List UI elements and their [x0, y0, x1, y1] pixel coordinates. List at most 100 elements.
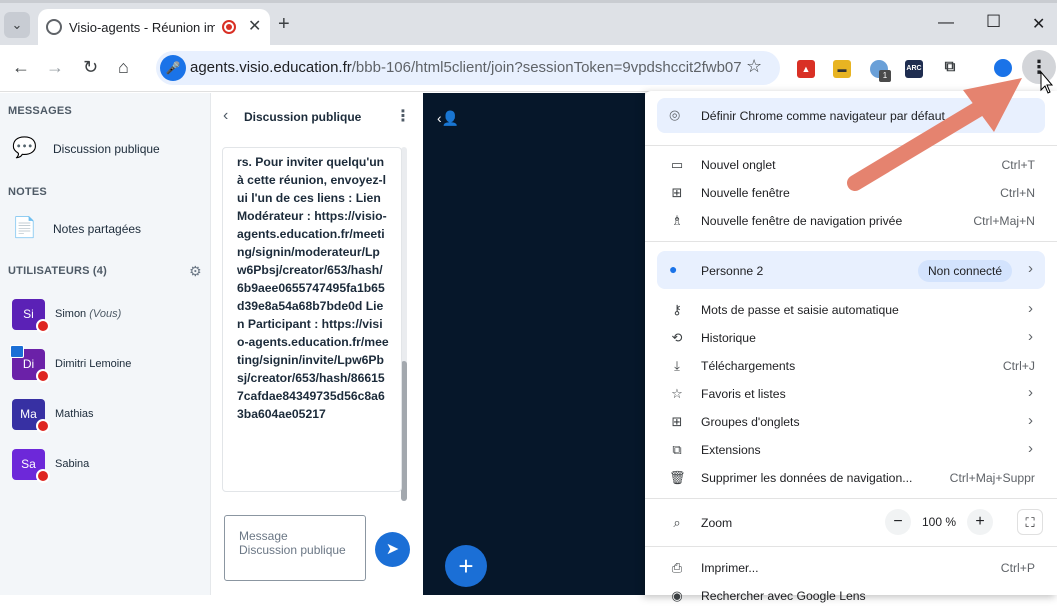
menu-item-new-window[interactable]: ⊞ Nouvelle fenêtre Ctrl+N [645, 179, 1057, 207]
menu-item-passwords[interactable]: ⚷ Mots de passe et saisie automatique › [645, 296, 1057, 324]
menu-label: Nouvel onglet [701, 158, 776, 172]
fullscreen-icon[interactable]: ⛶ [1017, 509, 1043, 535]
grid-icon: ⊞ [671, 414, 683, 429]
menu-item-print[interactable]: ⎙ Imprimer... Ctrl+P [645, 554, 1057, 582]
menu-label: Nouvelle fenêtre de navigation privée [701, 214, 903, 228]
menu-item-new-tab[interactable]: ▭ Nouvel onglet Ctrl+T [645, 151, 1057, 179]
profile-avatar-icon[interactable] [994, 59, 1012, 77]
presenter-icon [10, 345, 24, 358]
user-list-item[interactable]: Si Simon (Vous) [12, 299, 202, 335]
menu-shortcut: Ctrl+T [1001, 158, 1035, 172]
incognito-icon: ♗ [671, 213, 683, 228]
browser-tab[interactable]: Visio-agents - Réunion imp ✕ [38, 9, 270, 45]
menu-shortcut: Ctrl+Maj+Suppr [949, 471, 1035, 485]
user-name: Dimitri Lemoine [55, 358, 132, 370]
chevron-right-icon: › [1028, 300, 1033, 317]
signed-out-badge: Non connecté [918, 260, 1013, 282]
puzzle-icon: ⧉ [672, 442, 682, 457]
toolbar: ← → ↻ ⌂ 🎤 agents.visio.education.fr/bbb-… [0, 45, 1057, 92]
public-chat-label: Discussion publique [53, 142, 160, 156]
menu-profile-row[interactable]: ● Personne 2 Non connecté › [657, 251, 1045, 289]
url-text: agents.visio.education.fr/bbb-106/html5c… [190, 59, 742, 76]
user-list-item[interactable]: Sa Sabina [12, 449, 202, 485]
you-suffix: (Vous) [89, 308, 122, 320]
chat-title: Discussion publique [244, 110, 362, 124]
shared-notes-label: Notes partagées [53, 222, 142, 236]
new-tab-icon: ▭ [670, 157, 684, 172]
default-browser-banner[interactable]: ◎ Définir Chrome comme navigateur par dé… [657, 98, 1045, 133]
globe-icon [46, 19, 62, 35]
close-tab-icon[interactable]: ✕ [248, 16, 261, 36]
menu-divider [645, 241, 1057, 242]
muted-mic-icon [36, 369, 50, 383]
notes-section-title: NOTES [8, 186, 47, 198]
pdf-extension-icon[interactable]: ▲ [797, 60, 815, 78]
menu-item-clear-data[interactable]: 🗑 Supprimer les données de navigation...… [645, 464, 1057, 492]
chat-options-button[interactable]: ⋮ [395, 106, 411, 126]
zoom-label: Zoom [701, 516, 733, 530]
menu-label: Imprimer... [701, 561, 759, 575]
minimize-button[interactable]: — [938, 14, 954, 32]
chevron-right-icon: › [1028, 440, 1033, 457]
arc-extension-icon[interactable]: ARC [905, 60, 923, 78]
new-tab-button[interactable]: + [278, 13, 290, 36]
address-bar[interactable]: 🎤 agents.visio.education.fr/bbb-106/html… [156, 51, 780, 85]
menu-label: Téléchargements [701, 359, 796, 373]
chat-message-input[interactable]: Message Discussion publique [224, 515, 366, 581]
menu-item-incognito[interactable]: ♗ Nouvelle fenêtre de navigation privée … [645, 207, 1057, 235]
bookmark-star-icon[interactable]: ☆ [746, 56, 762, 77]
reload-button[interactable]: ↻ [83, 57, 98, 78]
printer-icon: ⎙ [671, 560, 683, 575]
gear-icon[interactable]: ⚙ [189, 263, 202, 280]
menu-label: Groupes d'onglets [701, 415, 800, 429]
zoom-in-button[interactable]: + [967, 509, 993, 535]
menu-shortcut: Ctrl+P [1000, 561, 1035, 575]
lens-icon: ◉ [671, 588, 683, 603]
back-button[interactable]: ← [12, 57, 30, 78]
home-button[interactable]: ⌂ [118, 57, 129, 78]
new-window-icon: ⊞ [671, 185, 683, 200]
chevron-right-icon: › [1028, 384, 1033, 401]
user-list-item[interactable]: Ma Mathias [12, 399, 202, 435]
chat-message-text: Bienvenue aux modérateurs. Pour inviter … [237, 148, 389, 421]
tab-search-button[interactable]: ⌄ [4, 12, 30, 38]
menu-shortcut: Ctrl+N [1000, 186, 1035, 200]
menu-label: Favoris et listes [701, 387, 786, 401]
user-name: Simon (Vous) [55, 308, 121, 320]
zoom-out-button[interactable]: − [885, 509, 911, 535]
puzzle-icon[interactable]: ⧉ [941, 58, 959, 76]
menu-item-extensions[interactable]: ⧉ Extensions › [645, 436, 1057, 464]
zoom-value: 100 % [922, 515, 957, 529]
public-chat-item[interactable]: 💬 Discussion publique [12, 133, 202, 163]
actions-plus-button[interactable]: + [445, 545, 487, 587]
menu-item-downloads[interactable]: ⤓ Téléchargements Ctrl+J [645, 352, 1057, 380]
menu-item-zoom: ⌕ Zoom [645, 509, 1057, 537]
chevron-right-icon: › [1028, 260, 1033, 277]
user-list-item[interactable]: Di Dimitri Lemoine [10, 345, 202, 385]
menu-item-history[interactable]: ⟲ Historique › [645, 324, 1057, 352]
shared-notes-item[interactable]: 📄 Notes partagées [12, 213, 202, 243]
zoom-icon: ⌕ [673, 515, 681, 530]
user-name: Sabina [55, 458, 90, 470]
menu-label: Rechercher avec Google Lens [701, 589, 866, 603]
chevron-left-icon[interactable]: ‹ [223, 107, 228, 125]
sidebar: MESSAGES 💬 Discussion publique NOTES 📄 N… [0, 93, 210, 595]
microphone-icon[interactable]: 🎤 [160, 55, 186, 81]
maximize-button[interactable]: ☐ [986, 12, 1001, 32]
note-extension-icon[interactable]: ▬ [833, 60, 851, 78]
history-icon: ⟲ [671, 330, 683, 345]
forward-button[interactable]: → [46, 57, 64, 78]
menu-item-tab-groups[interactable]: ⊞ Groupes d'onglets › [645, 408, 1057, 436]
close-window-button[interactable]: ✕ [1032, 14, 1045, 34]
presentation-area: ‹👤 + [423, 93, 645, 595]
user-list-toggle-icon[interactable]: ‹👤 [437, 110, 459, 127]
chrome-menu-button[interactable]: ⋮ [1022, 50, 1056, 84]
menu-shortcut: Ctrl+J [1002, 359, 1035, 373]
notes-icon: 📄 [12, 217, 37, 239]
menu-divider [645, 145, 1057, 146]
muted-mic-icon [36, 419, 50, 433]
menu-item-google-lens[interactable]: ◉ Rechercher avec Google Lens [645, 582, 1057, 610]
menu-item-bookmarks[interactable]: ☆ Favoris et listes › [645, 380, 1057, 408]
download-icon: ⤓ [674, 358, 680, 373]
send-button[interactable]: ➤ [375, 532, 410, 567]
